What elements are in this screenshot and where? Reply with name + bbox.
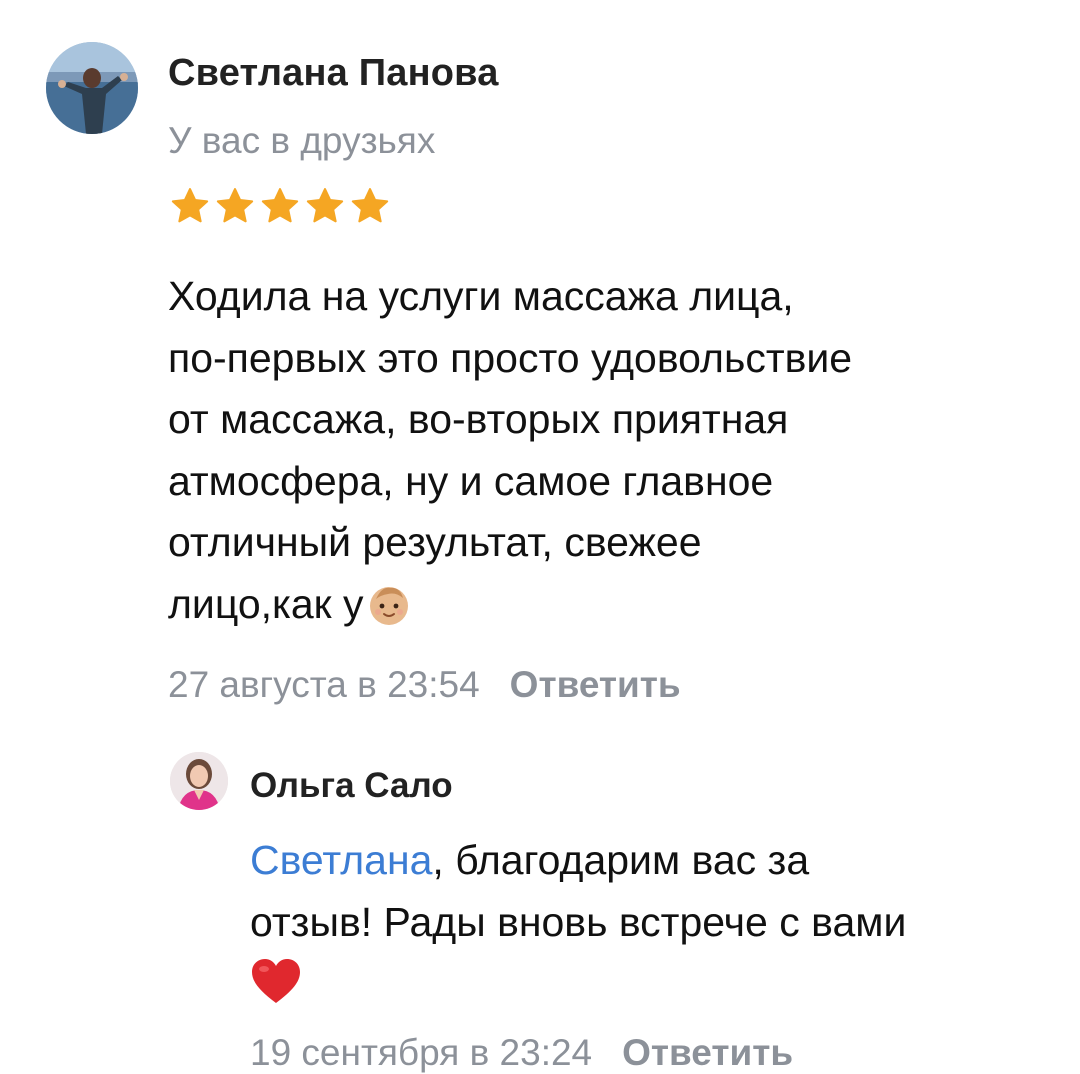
reply-author-avatar-photo (170, 752, 228, 810)
author-avatar[interactable] (46, 42, 138, 134)
friend-status: У вас в друзьях (168, 120, 436, 161)
rating-stars (170, 186, 390, 230)
review-text-line: Ходила на услуги массажа лица, (168, 273, 794, 319)
reply-text: Светлана, благодарим вас за отзыв! Рады … (250, 830, 1050, 1015)
red-heart-emoji-icon (252, 959, 300, 1003)
review-text-line: лицо,как у (168, 580, 364, 627)
star-icon (261, 188, 299, 223)
review-text: Ходила на услуги массажа лица, по-первых… (168, 266, 1048, 635)
review-text-line: отличный результат, свежее (168, 519, 702, 565)
review-text-line: от массажа, во-вторых приятная (168, 396, 789, 442)
reply-text-emoji-line (250, 953, 1050, 1015)
reply-text-fragment: , благодарим вас за (432, 837, 810, 883)
star-icon (351, 188, 389, 223)
reply-author-avatar[interactable] (170, 752, 228, 810)
review-text-last-line: лицо,как у (168, 574, 1048, 636)
review-date[interactable]: 27 августа в 23:54 (168, 664, 480, 705)
mention-link[interactable]: Светлана (250, 837, 432, 883)
baby-face-emoji-icon (369, 586, 408, 625)
reply-author-name[interactable]: Ольга Сало (250, 766, 453, 806)
reply-text-line: отзыв! Рады вновь встрече с вами (250, 898, 907, 945)
reply-reply-button[interactable]: Ответить (622, 1032, 793, 1073)
reply-text-line: Светлана, благодарим вас за (250, 830, 1050, 892)
reply-meta: 19 сентября в 23:24 Ответить (250, 1032, 793, 1074)
review-text-line: атмосфера, ну и самое главное (168, 457, 774, 504)
review-comment: Светлана Панова У вас в друзьях Ходила н… (0, 0, 1080, 1073)
star-icon (306, 188, 344, 223)
star-icon (171, 188, 209, 223)
author-avatar-photo (46, 42, 138, 134)
reply-button[interactable]: Ответить (510, 664, 681, 705)
author-name[interactable]: Светлана Панова (168, 52, 499, 95)
reply-date[interactable]: 19 сентября в 23:24 (250, 1032, 592, 1073)
star-icon (216, 188, 254, 223)
review-meta: 27 августа в 23:54 Ответить (168, 664, 681, 706)
review-text-line: по-первых это просто удовольствие (168, 334, 853, 381)
